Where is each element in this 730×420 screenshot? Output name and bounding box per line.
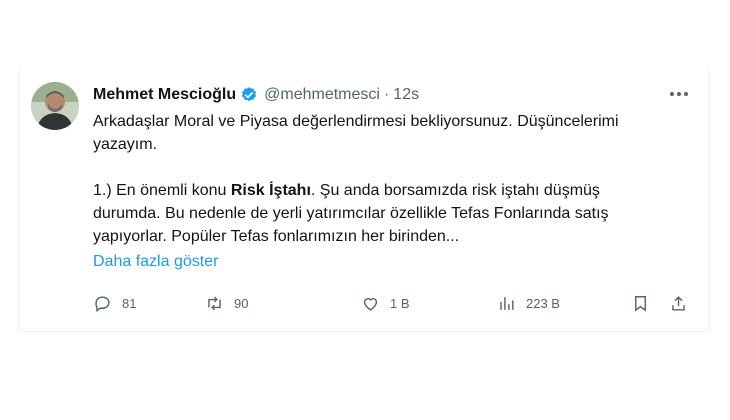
bold-phrase: Risk İştahı <box>230 182 311 199</box>
avatar-image <box>31 82 79 130</box>
share-button[interactable] <box>669 292 688 314</box>
reply-icon <box>95 295 110 312</box>
avatar[interactable] <box>31 82 79 130</box>
verified-badge-icon <box>242 87 257 102</box>
more-icon[interactable] <box>667 84 691 104</box>
like-count: 1 B <box>390 295 410 311</box>
tweet-paragraph-2-line-1: 1.) En önemli konu Risk İştahı. Şu anda … <box>93 179 693 202</box>
views-button[interactable]: 223 B <box>497 292 560 314</box>
tweet-paragraph-2-line-2: durumda. Bu nedenle de yerli yatırımcıla… <box>93 205 609 222</box>
tweet-text-line-1: Arkadaşlar Moral ve Piyasa değerlendirme… <box>93 113 619 130</box>
tweet-time[interactable]: 12s <box>393 86 419 104</box>
retweet-icon <box>208 296 221 310</box>
views-icon <box>500 296 514 310</box>
bookmark-icon <box>635 295 646 312</box>
paragraph-prefix: 1.) En önemli konu <box>93 182 231 199</box>
separator-dot: · <box>383 86 390 103</box>
author-handle[interactable]: @mehmetmesci <box>264 86 380 104</box>
like-button[interactable]: 1 B <box>361 292 410 314</box>
tweet-text-line-2: yazayım. <box>93 136 158 153</box>
tweet-header: Mehmet Mescioğlu @mehmetmesci · 12s <box>93 84 419 106</box>
tweet-paragraph-2-line-3: yapıyorlar. Popüler Tefas fonlarımızın h… <box>93 228 460 245</box>
retweet-button[interactable]: 90 <box>205 292 248 314</box>
author-name[interactable]: Mehmet Mescioğlu <box>93 86 236 104</box>
views-count: 223 B <box>526 295 560 311</box>
paragraph-rest: . Şu anda borsamızda risk iştahı düşmüş <box>310 182 600 199</box>
bookmark-button[interactable] <box>631 292 650 314</box>
tweet-card[interactable]: Mehmet Mescioğlu @mehmetmesci · 12s Arka… <box>18 66 710 332</box>
action-bar: 81 90 1 B 223 B <box>93 292 693 314</box>
like-icon <box>363 297 378 311</box>
share-icon <box>672 295 685 311</box>
reply-button[interactable]: 81 <box>93 292 136 314</box>
retweet-count: 90 <box>234 295 249 311</box>
tweet-text: Arkadaşlar Moral ve Piyasa değerlendirme… <box>93 110 693 248</box>
show-more-link[interactable]: Daha fazla göster <box>93 253 218 271</box>
reply-count: 81 <box>122 295 137 311</box>
